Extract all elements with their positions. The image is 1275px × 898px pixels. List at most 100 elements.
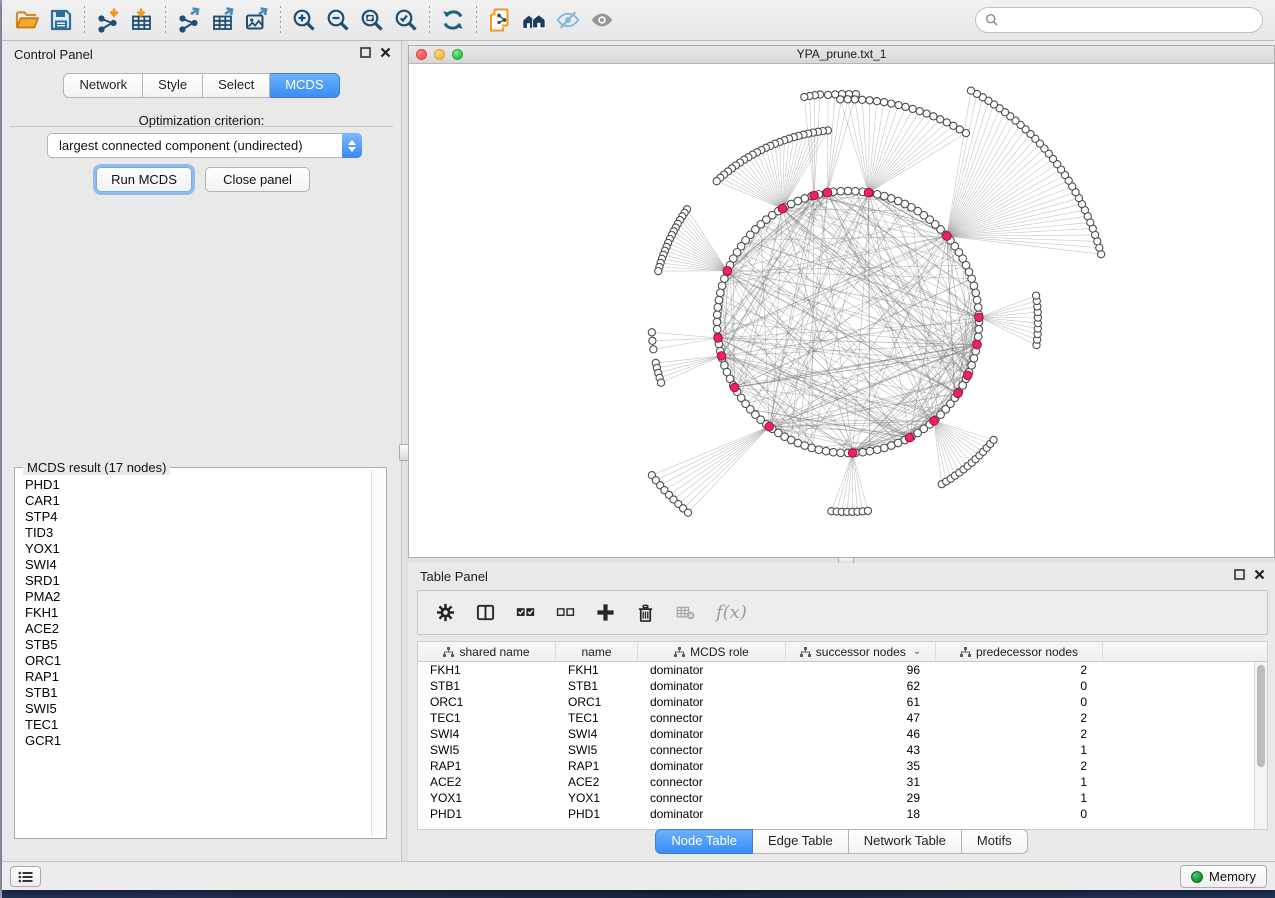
cell-MCDS-role[interactable]: dominator (638, 662, 786, 678)
first-neighbors-button[interactable] (517, 5, 551, 35)
cell-successor-nodes[interactable]: 43 (786, 742, 936, 758)
cell-successor-nodes[interactable]: 29 (786, 790, 936, 806)
network-canvas[interactable] (409, 64, 1274, 557)
mcds-node-item[interactable]: YOX1 (25, 541, 370, 557)
column-header-MCDS-role[interactable]: MCDS role (638, 642, 786, 661)
cell-name[interactable]: STB1 (556, 678, 638, 694)
cell-successor-nodes[interactable]: 18 (786, 806, 936, 822)
cell-name[interactable]: TEC1 (556, 710, 638, 726)
cell-name[interactable]: PHD1 (556, 806, 638, 822)
cell-predecessor-nodes[interactable]: 2 (936, 758, 1103, 774)
mcds-node-item[interactable]: STP4 (25, 509, 370, 525)
cell-shared-name[interactable]: TEC1 (418, 710, 556, 726)
table-row-TEC1[interactable]: TEC1TEC1connector472 (418, 710, 1254, 726)
cell-successor-nodes[interactable]: 62 (786, 678, 936, 694)
search-input[interactable] (1005, 13, 1253, 28)
delete-column-button[interactable] (636, 603, 655, 622)
cell-shared-name[interactable]: RAP1 (418, 758, 556, 774)
network-graph[interactable] (409, 64, 1274, 557)
mcds-node-item[interactable]: SWI5 (25, 701, 370, 717)
table-row-YOX1[interactable]: YOX1YOX1connector291 (418, 790, 1254, 806)
show-panels-button[interactable] (10, 866, 41, 887)
column-header-shared-name[interactable]: shared name (418, 642, 556, 661)
run-mcds-button[interactable]: Run MCDS (96, 167, 192, 192)
close-panel-button[interactable]: Close panel (205, 167, 310, 192)
create-column-button[interactable] (596, 603, 615, 622)
tab-network[interactable]: Network (63, 73, 143, 98)
cell-MCDS-role[interactable]: dominator (638, 678, 786, 694)
mcds-node-item[interactable]: ACE2 (25, 621, 370, 637)
cell-name[interactable]: ORC1 (556, 694, 638, 710)
export-table-button[interactable] (206, 5, 240, 35)
column-header-name[interactable]: name (556, 642, 638, 661)
cell-shared-name[interactable]: ORC1 (418, 694, 556, 710)
table-scrollbar[interactable] (1254, 662, 1267, 829)
refresh-button[interactable] (436, 5, 470, 35)
cell-name[interactable]: YOX1 (556, 790, 638, 806)
mcds-node-item[interactable]: STB5 (25, 637, 370, 653)
cell-predecessor-nodes[interactable]: 0 (936, 694, 1103, 710)
cell-predecessor-nodes[interactable]: 2 (936, 710, 1103, 726)
float-table-panel-icon[interactable] (1234, 569, 1245, 580)
tab-network-table[interactable]: Network Table (849, 829, 962, 854)
criterion-dropdown[interactable]: largest connected component (undirected) (47, 133, 362, 158)
tab-node-table[interactable]: Node Table (655, 829, 753, 854)
mcds-node-item[interactable]: FKH1 (25, 605, 370, 621)
cell-successor-nodes[interactable]: 46 (786, 726, 936, 742)
zoom-in-button[interactable] (287, 5, 321, 35)
save-session-button[interactable] (44, 5, 78, 35)
table-row-SWI4[interactable]: SWI4SWI4dominator462 (418, 726, 1254, 742)
table-row-ORC1[interactable]: ORC1ORC1dominator610 (418, 694, 1254, 710)
cell-name[interactable]: ACE2 (556, 774, 638, 790)
column-header-successor-nodes[interactable]: successor nodes⌄ (786, 642, 936, 661)
network-window-titlebar[interactable]: YPA_prune.txt_1 (409, 46, 1274, 64)
open-file-button[interactable] (10, 5, 44, 35)
cell-predecessor-nodes[interactable]: 0 (936, 806, 1103, 822)
cell-MCDS-role[interactable]: connector (638, 774, 786, 790)
cell-MCDS-role[interactable]: connector (638, 790, 786, 806)
export-image-button[interactable] (240, 5, 274, 35)
toggle-panels-button[interactable] (476, 603, 495, 622)
window-close-button[interactable] (416, 49, 427, 60)
cell-shared-name[interactable]: SWI4 (418, 726, 556, 742)
cell-MCDS-role[interactable]: dominator (638, 726, 786, 742)
cell-name[interactable]: SWI5 (556, 742, 638, 758)
cell-MCDS-role[interactable]: dominator (638, 806, 786, 822)
memory-button[interactable]: Memory (1180, 865, 1267, 888)
tab-edge-table[interactable]: Edge Table (753, 829, 849, 854)
cell-shared-name[interactable]: SWI5 (418, 742, 556, 758)
column-header-predecessor-nodes[interactable]: predecessor nodes (936, 642, 1103, 661)
cell-successor-nodes[interactable]: 96 (786, 662, 936, 678)
close-table-panel-icon[interactable] (1254, 569, 1265, 580)
select-all-columns-button[interactable] (516, 603, 535, 622)
clone-network-button[interactable] (483, 5, 517, 35)
deselect-all-columns-button[interactable] (556, 603, 575, 622)
tab-select[interactable]: Select (203, 73, 270, 98)
cell-shared-name[interactable]: FKH1 (418, 662, 556, 678)
cell-MCDS-role[interactable]: connector (638, 710, 786, 726)
cell-MCDS-role[interactable]: dominator (638, 758, 786, 774)
cell-successor-nodes[interactable]: 35 (786, 758, 936, 774)
mcds-node-item[interactable]: ORC1 (25, 653, 370, 669)
export-network-button[interactable] (172, 5, 206, 35)
cell-name[interactable]: RAP1 (556, 758, 638, 774)
cell-predecessor-nodes[interactable]: 2 (936, 662, 1103, 678)
zoom-selected-button[interactable] (389, 5, 423, 35)
cell-shared-name[interactable]: ACE2 (418, 774, 556, 790)
cell-name[interactable]: SWI4 (556, 726, 638, 742)
float-panel-icon[interactable] (360, 47, 371, 58)
mcds-node-item[interactable]: STB1 (25, 685, 370, 701)
search-box[interactable] (975, 7, 1263, 33)
cell-predecessor-nodes[interactable]: 1 (936, 790, 1103, 806)
zoom-fit-button[interactable] (355, 5, 389, 35)
cell-shared-name[interactable]: STB1 (418, 678, 556, 694)
window-minimize-button[interactable] (434, 49, 445, 60)
tab-motifs[interactable]: Motifs (962, 829, 1028, 854)
cell-successor-nodes[interactable]: 31 (786, 774, 936, 790)
table-row-ACE2[interactable]: ACE2ACE2connector311 (418, 774, 1254, 790)
mcds-node-item[interactable]: PHD1 (25, 477, 370, 493)
mcds-node-item[interactable]: TID3 (25, 525, 370, 541)
mcds-node-item[interactable]: TEC1 (25, 717, 370, 733)
mcds-node-item[interactable]: RAP1 (25, 669, 370, 685)
cell-MCDS-role[interactable]: connector (638, 742, 786, 758)
